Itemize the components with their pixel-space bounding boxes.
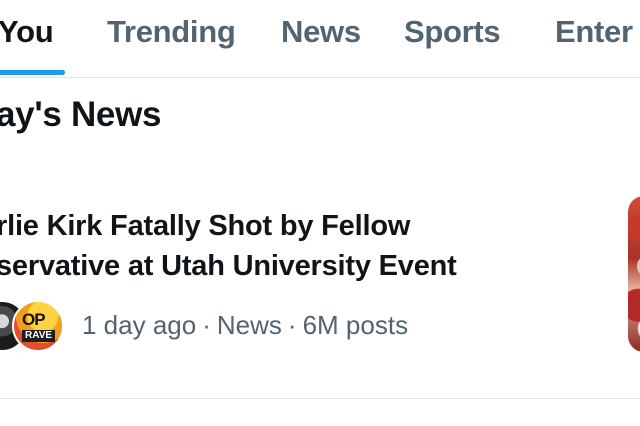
- tab-entertainment[interactable]: Enter: [555, 14, 633, 50]
- explore-tab-bar: You Trending News Sports Enter: [0, 0, 640, 78]
- pop-crave-avatar: OP RAVE: [12, 300, 64, 352]
- headline-line-1: rlie Kirk Fatally Shot by Fellow: [0, 210, 411, 242]
- headline-line-2: servative at Utah University Event: [0, 250, 457, 282]
- tab-sports[interactable]: Sports: [404, 14, 501, 50]
- avatar-logo-text-top: OP: [22, 310, 46, 329]
- news-post-count: 6M posts: [302, 310, 409, 340]
- tab-divider: [0, 77, 640, 78]
- meta-separator: ·: [202, 310, 211, 340]
- news-thumbnail[interactable]: [628, 196, 640, 352]
- news-meta: 1 day ago · News · 6M posts: [82, 310, 408, 341]
- tab-news[interactable]: News: [281, 14, 361, 50]
- avatar-logo-text-bottom: RAVE: [22, 330, 56, 342]
- news-headline[interactable]: rlie Kirk Fatally Shot by Fellow servati…: [0, 206, 596, 286]
- news-time: 1 day ago: [82, 310, 197, 340]
- tab-trending[interactable]: Trending: [107, 14, 236, 50]
- meta-separator: ·: [287, 310, 297, 340]
- tab-for-you[interactable]: You: [0, 14, 54, 50]
- explore-page: You Trending News Sports Enter ay's News…: [0, 0, 640, 426]
- card-divider: [0, 398, 640, 399]
- news-card[interactable]: rlie Kirk Fatally Shot by Fellow servati…: [0, 190, 640, 380]
- active-tab-indicator: [0, 70, 65, 75]
- news-category: News: [216, 310, 282, 340]
- section-title: ay's News: [0, 95, 162, 134]
